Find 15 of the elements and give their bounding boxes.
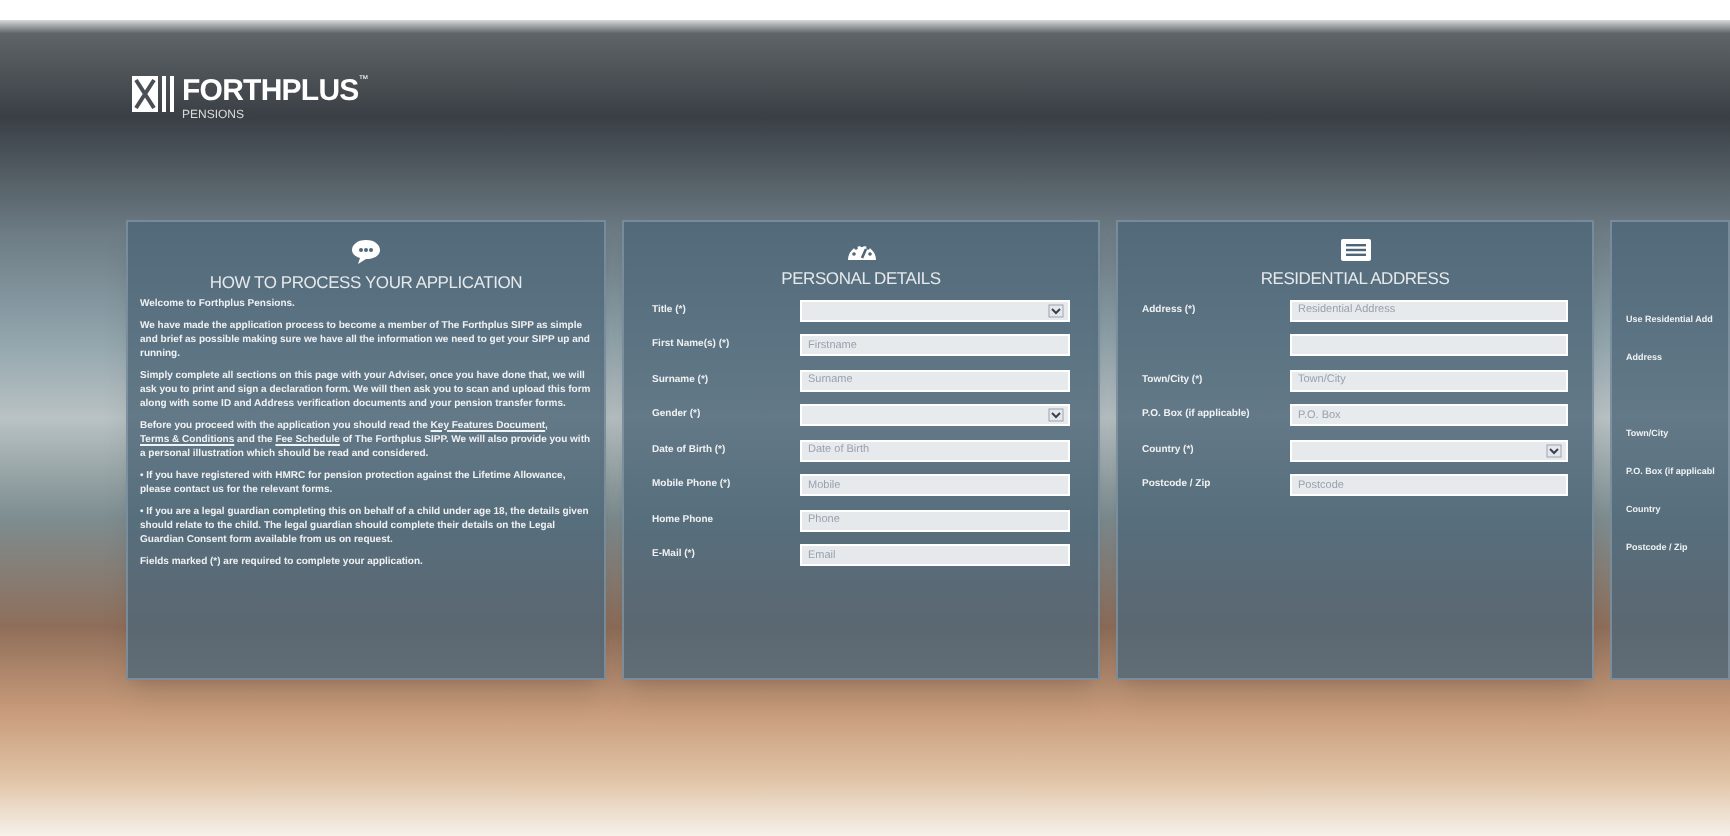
address-card-icon xyxy=(1339,238,1371,262)
dropdown[interactable] xyxy=(800,404,1070,427)
chevron-down-icon xyxy=(1546,443,1562,458)
chevron-down-icon xyxy=(1048,303,1064,318)
panel-title: RESIDENTIAL ADDRESS xyxy=(1260,270,1450,287)
chevron-down-icon xyxy=(1048,408,1064,423)
dropdown[interactable] xyxy=(800,299,1070,322)
panel-title: HOW TO PROCESS YOUR APPLICATION xyxy=(209,274,523,291)
panel-title: PERSONAL DETAILS xyxy=(781,270,941,287)
text-field[interactable] xyxy=(1290,334,1568,357)
dropdown[interactable] xyxy=(1290,439,1568,462)
logo-wordmark: FORTHPLUS xyxy=(182,76,359,106)
speedometer-icon xyxy=(845,238,877,262)
logo-icon xyxy=(132,76,176,116)
speech-bubble-icon xyxy=(350,238,382,266)
